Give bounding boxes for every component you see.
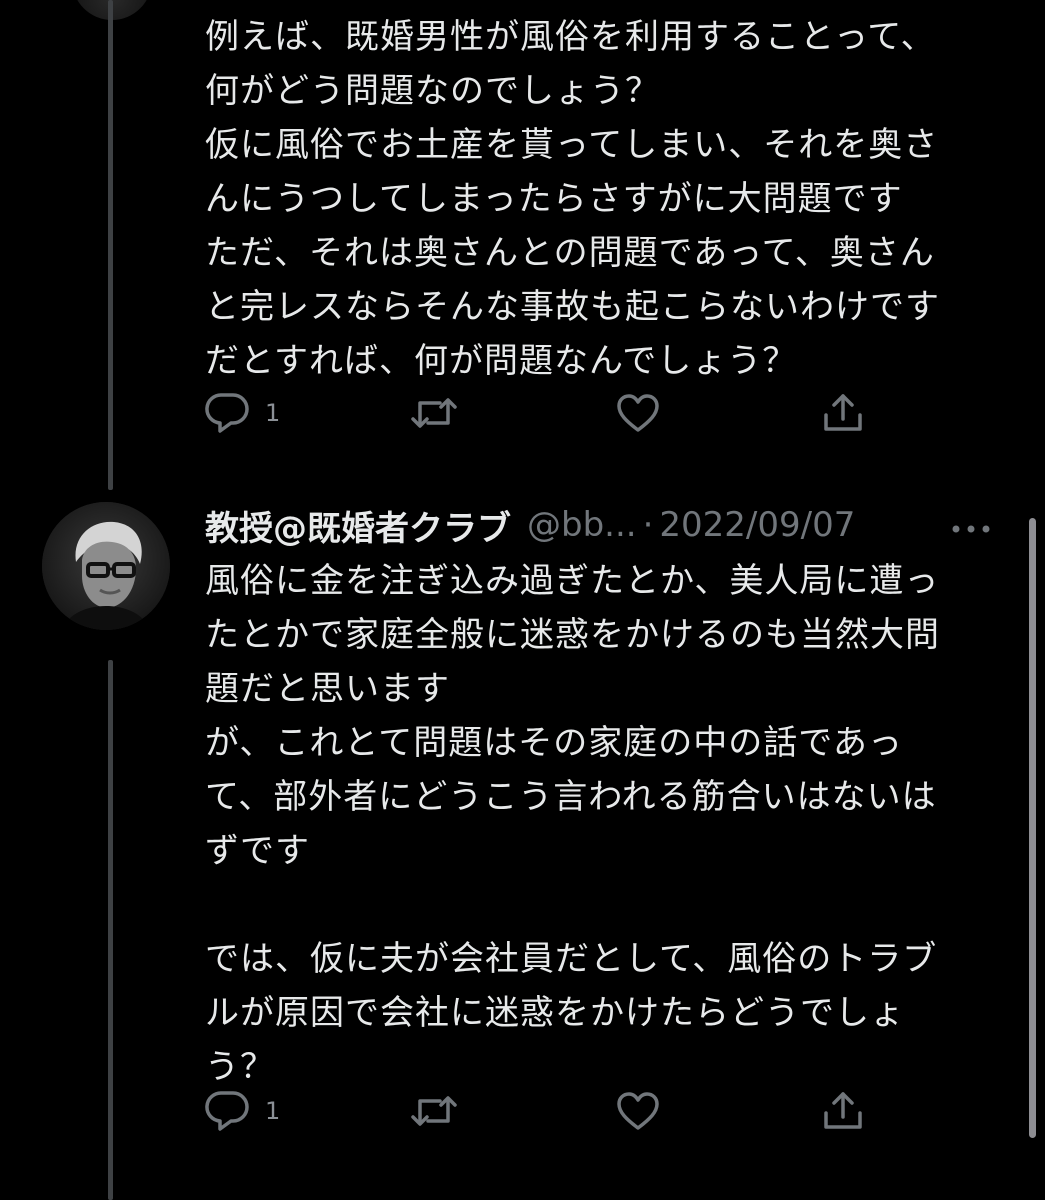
- separator-dot: ·: [642, 505, 654, 545]
- tweet-date[interactable]: 2022/09/07: [659, 505, 855, 545]
- share-icon: [820, 391, 866, 435]
- tweet-header: 教授@既婚者クラブ @bb... · 2022/09/07: [205, 498, 1005, 552]
- reply-count: 1: [265, 399, 281, 427]
- reply-button[interactable]: 1: [205, 388, 280, 438]
- scrollbar[interactable]: [1029, 518, 1036, 1138]
- like-button[interactable]: [615, 388, 661, 438]
- reply-icon: [205, 1089, 251, 1133]
- retweet-button[interactable]: [410, 388, 458, 438]
- tweet-text: 風俗に金を注ぎ込み過ぎたとか、美人局に遭っ たとかで家庭全般に迷惑をかけるのも当…: [205, 561, 940, 1087]
- share-button[interactable]: [820, 388, 866, 438]
- avatar[interactable]: [42, 502, 170, 630]
- reply-count: 1: [265, 1097, 281, 1125]
- heart-icon: [615, 1089, 661, 1133]
- reply-button[interactable]: 1: [205, 1086, 280, 1136]
- author-handle[interactable]: @bb...: [527, 505, 637, 545]
- author-name[interactable]: 教授@既婚者クラブ: [205, 501, 511, 550]
- retweet-icon: [410, 1089, 458, 1133]
- share-button[interactable]: [820, 1086, 866, 1136]
- reply-icon: [205, 391, 251, 435]
- like-button[interactable]: [615, 1086, 661, 1136]
- share-icon: [820, 1089, 866, 1133]
- tweet-actions: 1: [205, 388, 885, 438]
- tweet-text: 例えば、既婚男性が風俗を利用することって、 何がどう問題なのでしょう？ 仮に風俗…: [205, 17, 940, 381]
- more-icon: [951, 503, 991, 543]
- retweet-icon: [410, 391, 458, 435]
- heart-icon: [615, 391, 661, 435]
- more-button[interactable]: [949, 508, 993, 538]
- thread-line-bottom: [108, 660, 113, 1200]
- tweet-actions: 1: [205, 1086, 885, 1136]
- retweet-button[interactable]: [410, 1086, 458, 1136]
- thread-line-top: [108, 0, 113, 490]
